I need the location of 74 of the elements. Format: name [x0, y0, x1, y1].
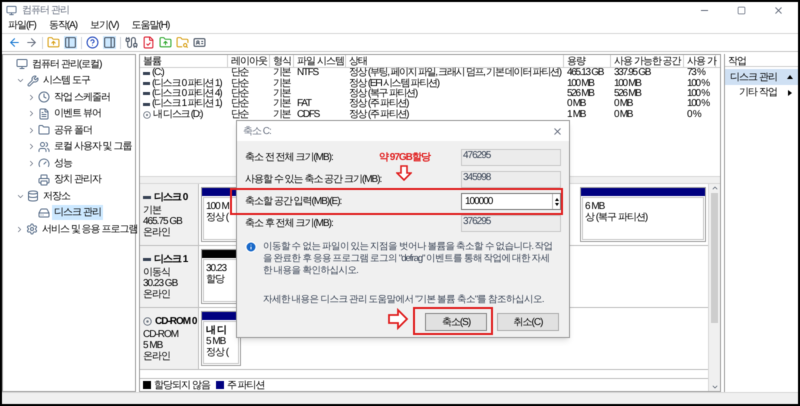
table-cell: 기본 — [273, 110, 290, 120]
disk-info: 465.75 GB — [143, 216, 184, 227]
table-cell: 526 MB — [614, 88, 641, 99]
help-text: 자세한 내용은 디스크 관리 도움말에서 "기본 볼륨 축소"를 참조하십시오. — [262, 293, 545, 307]
table-cell: 1 MB — [567, 110, 586, 120]
table-cell: 단순 — [231, 68, 248, 78]
partition-text: 상 (복구 파티션) — [585, 212, 648, 223]
table-cell: 100 MB — [614, 78, 641, 89]
disk-name: 디스크 1 — [154, 253, 188, 267]
disk-info: CD-ROM — [143, 329, 180, 340]
field-label: 축소 후 전체 크기(MB): — [245, 217, 333, 231]
table-cell: 내 디스크 (D:) — [153, 110, 202, 120]
table-cell: (C:) — [152, 68, 164, 78]
disk-info: 온라인 — [143, 289, 171, 300]
partition-text: 내 디 — [206, 325, 226, 336]
table-cell: 기본 — [273, 78, 290, 89]
disk-info: 30.23 GB — [143, 278, 179, 289]
legend-label: 할당되지 않음 — [154, 378, 210, 392]
table-cell: 526 MB — [567, 88, 594, 99]
partition-text: 5 MB — [206, 336, 226, 347]
disk-info: 5 MB — [143, 340, 164, 351]
table-cell: 정상 (주 파티션) — [349, 99, 408, 110]
legend-label: 주 파티션 — [226, 378, 265, 392]
table-cell: 100 MB — [567, 78, 594, 89]
table-cell: 정상 (주 파티션) — [349, 110, 408, 120]
table-cell: (디스크 0 파티션 4) — [152, 88, 222, 99]
partition-text: 할당 — [206, 274, 224, 285]
table-cell: 0 % — [687, 110, 700, 120]
table-cell: 단순 — [231, 78, 248, 89]
readonly-field: 476295 — [461, 149, 561, 166]
table-cell: 100 % — [687, 99, 709, 110]
table-cell: 100 % — [687, 78, 709, 89]
disk-info: 기본 — [143, 205, 162, 216]
table-cell: 정상 (부팅, 페이지 파일, 크래시 덤프, 기본 데이터 파티션) — [349, 68, 561, 78]
table-cell: 정상 (EFI 시스템 파티션) — [349, 78, 439, 89]
table-cell: 기본 — [273, 99, 290, 110]
table-cell: 단순 — [231, 99, 248, 110]
disk-info: 온라인 — [143, 227, 171, 238]
disk-info: 이동식 — [143, 267, 171, 278]
table-cell: 0 MB — [567, 99, 586, 110]
dialog-title: 축소 C: — [243, 124, 272, 138]
table-cell: FAT — [297, 99, 311, 110]
info-text: 이동할 수 없는 파일이 있는 지점을 벗어나 볼륨을 축소할 수 없습니다. 작업을 완료한 후 응용 프로그램 로그의 "defrag" 이벤트를 통해 작업에 대한 자세한 내용을 확인하십시오. — [263, 241, 553, 277]
table-cell: NTFS — [297, 68, 318, 78]
table-cell: 단순 — [231, 110, 248, 120]
window-title: 컴퓨터 관리 — [22, 4, 69, 18]
partition-text: 100 M — [206, 201, 229, 212]
table-cell: 기본 — [273, 68, 290, 78]
table-cell: 465.13 GB — [567, 68, 604, 78]
field-label: 축소 전 전체 크기(MB): — [245, 151, 333, 165]
readonly-field: 376295 — [461, 215, 561, 232]
table-cell: CDFS — [297, 110, 320, 120]
table-cell: 기본 — [273, 88, 290, 99]
table-cell: 정상 (복구 파티션) — [349, 88, 417, 99]
partition-text: 정상 ( — [206, 212, 228, 223]
panel-title: 작업 — [725, 54, 798, 67]
table-cell: 0 MB — [614, 110, 632, 120]
table-cell: 100 % — [687, 88, 709, 99]
field-label: 축소할 공간 입력(MB)(E): — [245, 195, 342, 209]
table-cell: (디스크 0 파티션 1) — [152, 78, 222, 89]
disk-info: 온라인 — [143, 351, 171, 362]
annotation-text: 약 97GB할당 — [379, 151, 430, 165]
partition-text: 정상 ( — [206, 347, 228, 358]
table-cell: (디스크 1 파티션 1) — [152, 99, 222, 110]
table-cell: 0 MB — [614, 99, 632, 110]
table-cell: 단순 — [231, 88, 248, 99]
readonly-field: 345998 — [461, 171, 561, 188]
disk-name: CD-ROM 0 — [155, 315, 196, 329]
table-cell: 73 % — [687, 68, 705, 78]
field-label: 사용할 수 있는 축소 공간 크기(MB): — [245, 173, 382, 187]
partition-text: 6 MB — [585, 201, 604, 212]
partition-text: 30.23 — [206, 263, 226, 274]
table-cell: 337.95 GB — [614, 68, 650, 78]
disk-name: 디스크 0 — [154, 191, 188, 205]
